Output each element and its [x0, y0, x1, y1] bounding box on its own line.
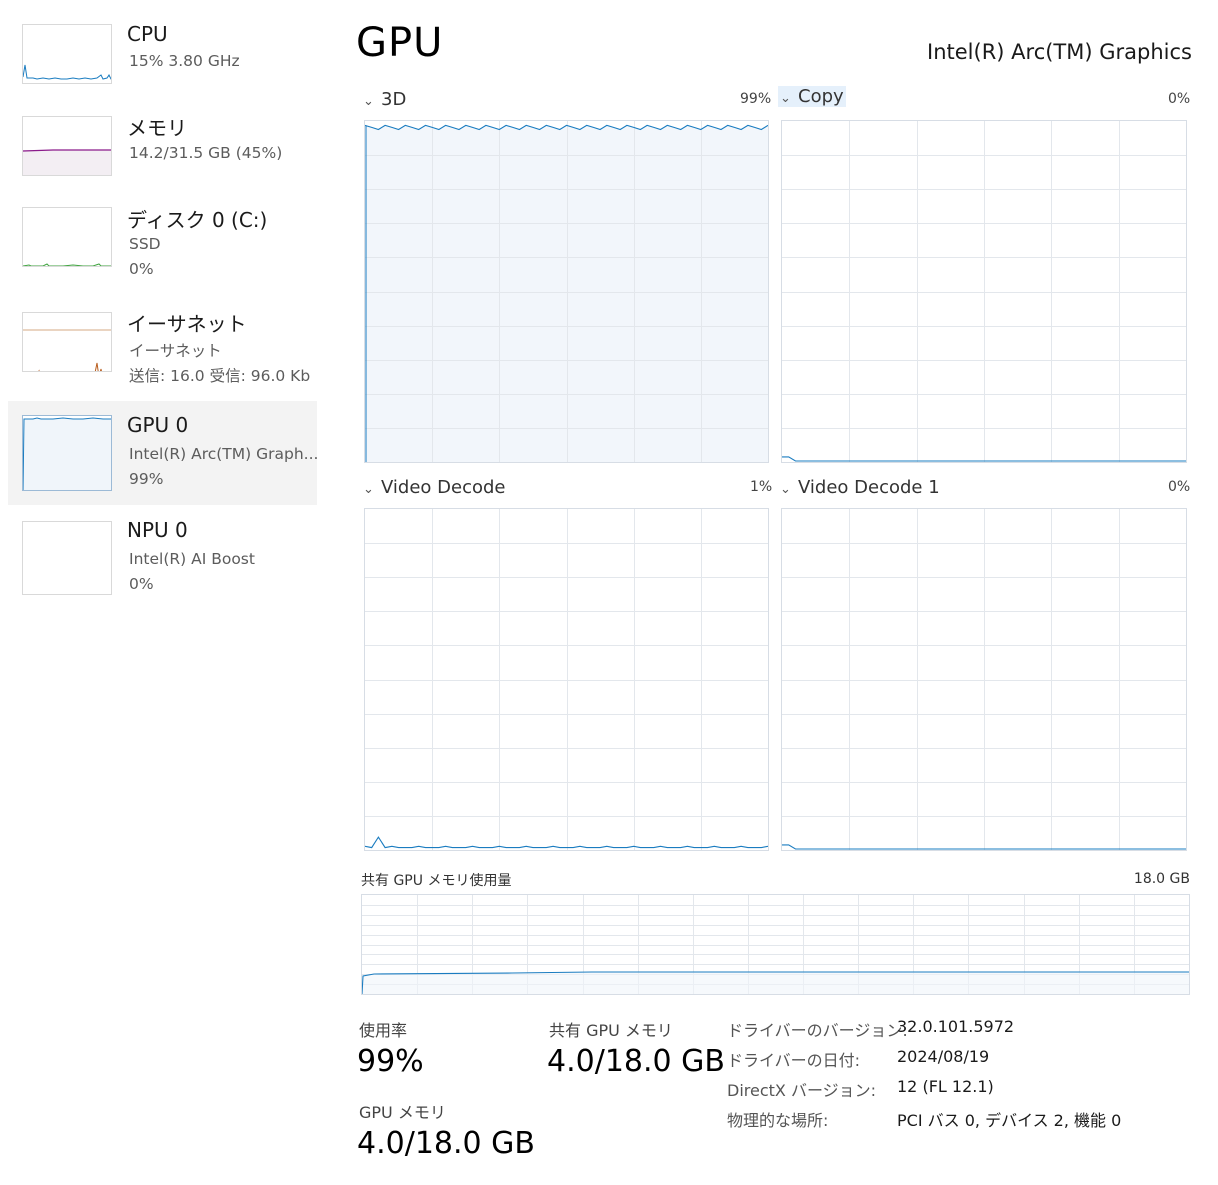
sidebar-item-gpu[interactable]: GPU 0 Intel(R) Arc(TM) Graph... 99% [8, 401, 317, 505]
ethernet-sparkline [23, 329, 111, 371]
driver-version-key: ドライバーのバージョン: [727, 1021, 908, 1040]
sidebar-item-detail: イーサネット [129, 342, 222, 360]
sidebar-item-detail: SSD [129, 235, 161, 253]
cpu-sparkline [23, 64, 111, 80]
engine-label: Video Decode 1 [798, 477, 940, 498]
sidebar-item-label: ディスク 0 (C:) [127, 208, 268, 232]
sidebar-item-percent: 99% [129, 470, 164, 488]
shared-memory-graph-max: 18.0 GB [1133, 871, 1190, 887]
physical-location-value: PCI バス 0, デバイス 2, 機能 0 [897, 1111, 1122, 1130]
chevron-down-icon: ⌄ [363, 482, 374, 497]
sidebar-item-label: NPU 0 [127, 518, 188, 542]
sidebar-item-percent: 0% [129, 575, 154, 593]
graph-video-decode [364, 508, 769, 851]
graph-video-decode-1 [781, 508, 1187, 851]
utilization-chart [782, 509, 1186, 850]
engine-selector-video-decode[interactable]: ⌄ Video Decode [363, 477, 506, 498]
memory-area [362, 972, 1189, 994]
gpu-memory-value: 4.0/18.0 GB [357, 1126, 535, 1161]
disk-sparkline [23, 263, 111, 266]
ethernet-thumbnail-graph [22, 312, 112, 372]
npu-thumbnail-graph [22, 521, 112, 595]
directx-version-value: 12 (FL 12.1) [897, 1077, 994, 1096]
graph-copy [781, 120, 1187, 463]
engine-selector-copy[interactable]: ⌄ Copy [778, 86, 846, 107]
sidebar-item-detail: 14.2/31.5 GB (45%) [129, 144, 283, 162]
gpu-thumbnail-graph [22, 415, 112, 491]
shared-memory-value: 4.0/18.0 GB [547, 1044, 725, 1079]
memory-sparkline [23, 149, 111, 175]
utilization-area [365, 125, 768, 462]
sidebar-item-cpu[interactable]: CPU 15% 3.80 GHz [8, 16, 317, 120]
chevron-down-icon: ⌄ [780, 91, 791, 106]
page-title: GPU [356, 20, 444, 66]
directx-version-key: DirectX バージョン: [727, 1081, 877, 1100]
shared-memory-label: 共有 GPU メモリ [549, 1021, 673, 1040]
engine-label: Copy [798, 86, 844, 107]
utilization-chart [365, 509, 768, 850]
engine-selector-3d[interactable]: ⌄ 3D [363, 89, 406, 110]
sidebar-item-label: GPU 0 [127, 413, 189, 437]
gpu-sparkline [23, 417, 111, 490]
sidebar-item-ethernet[interactable]: イーサネット イーサネット 送信: 16.0 受信: 96.0 Kb [8, 300, 317, 404]
sidebar-item-label: CPU [127, 22, 168, 46]
memory-chart [362, 895, 1189, 994]
driver-date-value: 2024/08/19 [897, 1047, 990, 1066]
sidebar-item-label: イーサネット [127, 312, 247, 336]
utilization-chart [782, 121, 1186, 462]
driver-version-value: 32.0.101.5972 [897, 1017, 1015, 1036]
sidebar-item-percent: 0% [129, 260, 154, 278]
shared-memory-graph-label: 共有 GPU メモリ使用量 [361, 873, 512, 889]
utilization-label: 使用率 [359, 1021, 408, 1040]
sidebar-item-detail: Intel(R) AI Boost [129, 550, 255, 568]
engine-percent: 1% [750, 479, 773, 495]
engine-percent: 99% [740, 91, 772, 107]
sidebar-item-detail: Intel(R) Arc(TM) Graph... [129, 445, 317, 463]
sidebar-item-disk[interactable]: ディスク 0 (C:) SSD 0% [8, 196, 317, 300]
memory-thumbnail-graph [22, 116, 112, 176]
sidebar-item-throughput: 送信: 16.0 受信: 96.0 Kb [129, 367, 311, 385]
utilization-line [365, 836, 768, 849]
engine-label: Video Decode [381, 477, 506, 498]
driver-date-key: ドライバーの日付: [727, 1051, 861, 1070]
physical-location-key: 物理的な場所: [727, 1111, 829, 1130]
utilization-chart [365, 121, 768, 462]
utilization-value: 99% [357, 1044, 424, 1079]
graph-3d [364, 120, 769, 463]
gpu-memory-label: GPU メモリ [359, 1103, 446, 1122]
sidebar-item-npu[interactable]: NPU 0 Intel(R) AI Boost 0% [8, 506, 317, 610]
engine-percent: 0% [1168, 479, 1191, 495]
gpu-device-name: Intel(R) Arc(TM) Graphics [927, 40, 1192, 64]
engine-selector-video-decode-1[interactable]: ⌄ Video Decode 1 [780, 477, 940, 498]
sidebar-item-label: メモリ [127, 116, 187, 140]
engine-label: 3D [381, 89, 407, 110]
sidebar: CPU 15% 3.80 GHz メモリ 14.2/31.5 GB (45%) … [0, 0, 320, 1185]
chevron-down-icon: ⌄ [363, 94, 374, 109]
graph-shared-memory [361, 894, 1190, 995]
disk-thumbnail-graph [22, 207, 112, 267]
sidebar-item-memory[interactable]: メモリ 14.2/31.5 GB (45%) [8, 106, 317, 210]
engine-percent: 0% [1168, 91, 1191, 107]
chevron-down-icon: ⌄ [780, 482, 791, 497]
cpu-thumbnail-graph [22, 24, 112, 84]
sidebar-item-detail: 15% 3.80 GHz [129, 52, 240, 70]
